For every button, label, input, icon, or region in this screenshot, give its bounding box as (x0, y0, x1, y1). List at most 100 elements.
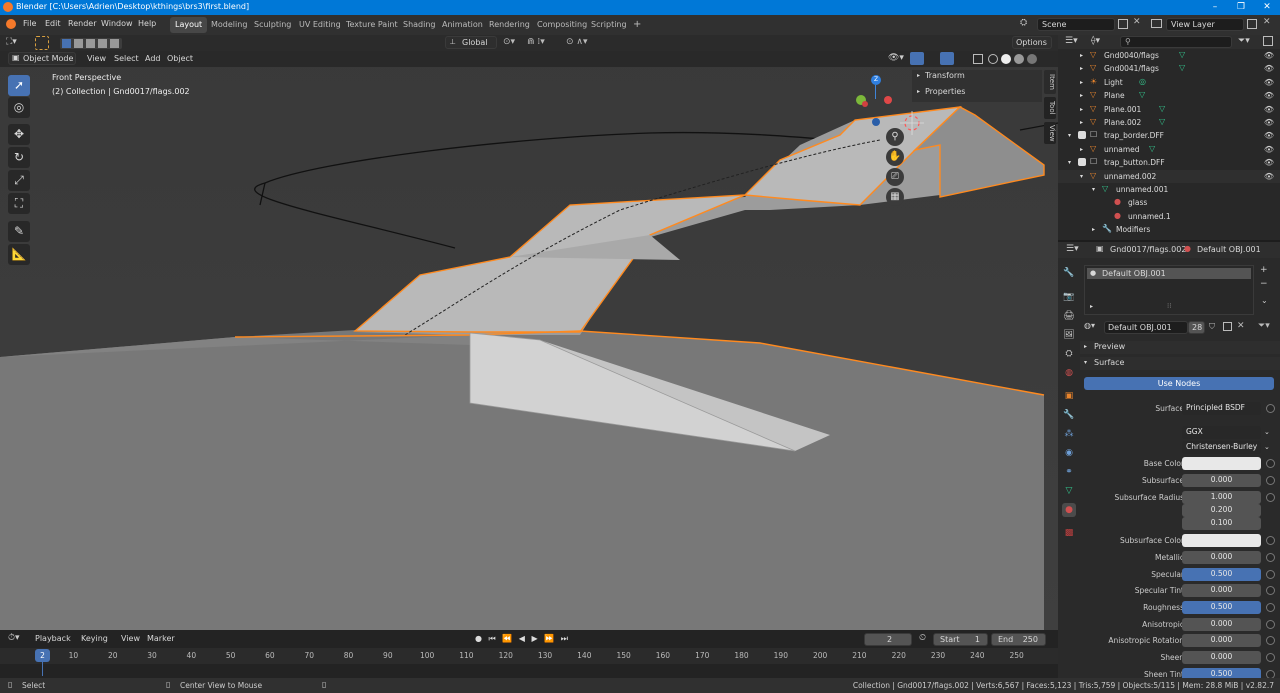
tab-shading[interactable]: Shading (398, 17, 441, 33)
outliner-row[interactable]: ▾ ☐ trap_button.DFF 👁 (1058, 156, 1280, 169)
solid-shading-icon[interactable] (1001, 54, 1011, 64)
mesh-data-icon[interactable]: ▽ (1139, 90, 1145, 99)
menu-render[interactable]: Render (65, 18, 99, 29)
mode-extend-icon[interactable] (74, 39, 83, 48)
users-count[interactable]: 28 (1188, 321, 1205, 334)
options-dropdown[interactable]: Options (1012, 36, 1052, 49)
outliner-item-name[interactable]: unnamed (1104, 145, 1140, 154)
preview-panel-header[interactable]: ▸ Preview (1080, 341, 1280, 354)
socket-link-icon[interactable] (1266, 476, 1275, 485)
new-scene-icon[interactable] (1118, 19, 1128, 29)
add-workspace-button[interactable]: + (628, 16, 646, 32)
outliner[interactable]: ☰▾ ⟠▾ ⚲ ⏷▾ ▸ ▽ Gnd0040/flags ▽ 👁 ▸ ▽ Gnd0041/fl… (1058, 35, 1280, 240)
remove-slot-button[interactable]: − (1260, 279, 1272, 291)
view-layer-tab-icon[interactable]: 🖼 (1062, 328, 1076, 342)
prev-key-icon[interactable]: ⏪ (502, 634, 514, 643)
start-frame-field[interactable]: Start 1 (933, 633, 988, 646)
add-slot-button[interactable]: + (1260, 265, 1272, 277)
scale-tool[interactable]: ⤢ (8, 170, 30, 191)
rendered-shading-icon[interactable] (1027, 54, 1037, 64)
preview-range-icon[interactable]: ⏲ (919, 633, 926, 643)
timeline[interactable]: ⏱▾ Playback Keying View Marker ● ⏮ ⏪ ◀ ▶… (0, 630, 1058, 678)
tab-uv-editing[interactable]: UV Editing (294, 17, 346, 33)
editor-type-icon[interactable]: ⛶▾ (6, 37, 17, 47)
outliner-row[interactable]: ▸ ▽ Gnd0040/flags ▽ 👁 (1058, 49, 1280, 62)
socket-link-icon[interactable] (1266, 553, 1275, 562)
outliner-row[interactable]: ● glass (1058, 196, 1280, 209)
mesh-data-icon[interactable]: ▽ (1159, 117, 1165, 126)
outliner-item-name[interactable]: Plane (1104, 91, 1125, 100)
outliner-item-name[interactable]: glass (1128, 198, 1147, 207)
visibility-eye-icon[interactable]: 👁 (1264, 118, 1274, 127)
visibility-eye-icon[interactable]: 👁 (1264, 51, 1274, 60)
expand-icon[interactable]: ▸ (1090, 303, 1093, 310)
mesh-data-icon[interactable]: ▽ (1149, 144, 1155, 153)
outliner-item-name[interactable]: Plane.001 (1104, 105, 1141, 114)
outliner-item-name[interactable]: trap_border.DFF (1104, 131, 1164, 140)
duplicate-material-icon[interactable] (1223, 322, 1232, 331)
next-key-icon[interactable]: ⏩ (544, 634, 556, 643)
outliner-item-name[interactable]: Light (1104, 78, 1123, 87)
outliner-row[interactable]: ▸ ▽ unnamed ▽ 👁 (1058, 143, 1280, 156)
exclude-checkbox[interactable] (1078, 158, 1086, 167)
3d-viewport[interactable]: Z ⚲ ✋ ⎚ ▦ ▸ Transform ▸ Properties Item … (0, 35, 1058, 630)
gizmo-neg-z[interactable] (872, 118, 880, 126)
value-field[interactable]: 0.100 (1182, 517, 1261, 530)
socket-link-icon[interactable] (1266, 636, 1275, 645)
filter-icon[interactable]: ⏷▾ (1238, 36, 1250, 46)
delete-scene-icon[interactable]: ✕ (1133, 17, 1141, 27)
socket-link-icon[interactable] (1266, 586, 1275, 595)
link-type-icon[interactable]: ⏷▾ (1258, 321, 1270, 331)
mode-set-icon[interactable] (62, 39, 71, 48)
tab-modeling[interactable]: Modeling (206, 17, 252, 33)
scene-field[interactable]: Scene (1037, 18, 1115, 31)
socket-link-icon[interactable] (1266, 570, 1275, 579)
gizmo-toggle-icon[interactable] (910, 52, 924, 65)
outliner-row[interactable]: ● unnamed.1 (1058, 210, 1280, 223)
move-tool[interactable]: ✥ (8, 124, 30, 145)
surface-panel-header[interactable]: ▾ Surface (1080, 357, 1280, 370)
select-mode-icon[interactable] (35, 36, 49, 50)
use-nodes-button[interactable]: Use Nodes (1084, 377, 1274, 390)
unlink-material-icon[interactable]: ✕ (1237, 321, 1245, 331)
render-tab-icon[interactable]: 📷 (1062, 290, 1076, 304)
current-frame-field[interactable]: 2 (864, 633, 912, 646)
fake-user-icon[interactable]: ⛉ (1209, 322, 1215, 332)
outliner-row[interactable]: ▸ ▽ Plane.002 ▽ 👁 (1058, 116, 1280, 129)
browse-material-icon[interactable]: ◍▾ (1084, 321, 1102, 334)
outliner-row[interactable]: ▾ ☐ trap_border.DFF 👁 (1058, 129, 1280, 142)
pan-hand-icon[interactable]: ✋ (886, 148, 904, 166)
tab-compositing[interactable]: Compositing (532, 17, 592, 33)
wireframe-shading-icon[interactable] (988, 54, 998, 64)
transform-panel-header[interactable]: Transform (925, 71, 965, 80)
exclude-checkbox[interactable] (1078, 131, 1086, 140)
cursor-tool[interactable]: ◎ (8, 97, 30, 118)
visibility-eye-icon[interactable]: 👁 (1264, 158, 1274, 167)
outliner-item-name[interactable]: trap_button.DFF (1104, 158, 1165, 167)
expand-icon[interactable]: ▸ (1080, 146, 1083, 153)
expand-icon[interactable]: ▾ (1068, 159, 1071, 166)
grid-perspective-icon[interactable]: ▦ (886, 188, 904, 206)
transform-tool[interactable]: ⛶ (8, 193, 30, 214)
material-slot-list[interactable]: ● Default OBJ.001 ▸ ⁞⁞ (1084, 265, 1254, 315)
color-swatch[interactable] (1182, 534, 1261, 547)
select-box-tool[interactable]: ➚ (8, 75, 30, 96)
mode-dropdown[interactable]: ▣ Object Mode (8, 52, 76, 65)
material-shading-icon[interactable] (1014, 54, 1024, 64)
mode-invert-icon[interactable] (98, 39, 107, 48)
visibility-eye-icon[interactable]: 👁 (1264, 145, 1274, 154)
menu-help[interactable]: Help (135, 18, 159, 29)
minimize-button[interactable]: – (1202, 0, 1228, 15)
display-mode-icon[interactable]: ⟠▾ (1091, 36, 1100, 46)
proportional-edit-icon[interactable]: ⊙ ∧▾ (566, 37, 588, 47)
socket-link-icon[interactable] (1266, 536, 1275, 545)
properties-editor[interactable]: ☰▾ ▣ Gnd0017/flags.002 ● Default OBJ.001… (1058, 242, 1280, 681)
visibility-eye-icon[interactable]: 👁 (1264, 64, 1274, 73)
maximize-button[interactable]: ❐ (1228, 0, 1254, 15)
expand-icon[interactable]: ▸ (1080, 106, 1083, 113)
play-reverse-icon[interactable]: ◀ (519, 634, 527, 643)
outliner-item-name[interactable]: unnamed.001 (1116, 185, 1168, 194)
tab-scripting[interactable]: Scripting (586, 17, 632, 33)
scene-tab-icon[interactable]: ⛭ (1062, 347, 1076, 361)
outliner-editor-icon[interactable]: ☰▾ (1065, 36, 1078, 46)
